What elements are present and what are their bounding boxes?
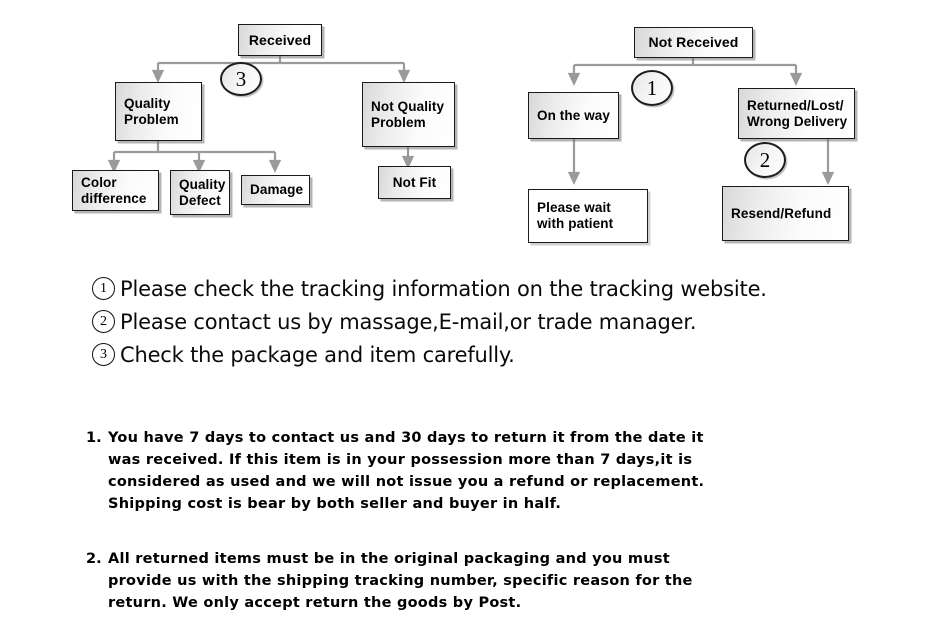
terms-1-line-2: was received. If this item is in your po… [108, 452, 693, 469]
node-not-quality-problem-line2: Problem [371, 114, 426, 130]
node-please-wait-line2: with patient [537, 216, 614, 231]
terms-1-line-1: You have 7 days to contact us and 30 day… [108, 430, 704, 446]
legend-marker-2: 2 [92, 310, 115, 333]
node-color-difference[interactable]: Color difference [72, 170, 159, 211]
step-marker-3: 3 [220, 62, 262, 96]
terms-2-line-3: return. We only accept return the goods … [108, 595, 522, 612]
node-color-difference-line1: Color [81, 174, 117, 190]
node-returned-line1: Returned/Lost/ [747, 97, 844, 113]
node-please-wait[interactable]: Please wait with patient [528, 189, 648, 243]
node-quality-problem-line1: Quality [124, 95, 171, 111]
legend-marker-1: 1 [92, 277, 115, 300]
legend-item: 2 Please contact us by massage,E-mail,or… [92, 305, 852, 338]
step-marker-2: 2 [744, 142, 786, 178]
legend-text-3: Check the package and item carefully. [120, 342, 515, 367]
step-marker-2-label: 2 [759, 147, 771, 172]
step-marker-1-label: 1 [646, 75, 658, 100]
node-quality-problem[interactable]: Quality Problem [115, 82, 202, 141]
node-not-fit-label: Not Fit [392, 174, 437, 190]
node-resend-refund[interactable]: Resend/Refund [722, 186, 849, 241]
terms-number-2: 2. [86, 551, 102, 567]
node-received[interactable]: Received [238, 24, 322, 56]
node-damage[interactable]: Damage [241, 175, 310, 205]
node-received-label: Received [248, 31, 312, 48]
legend-text-2: Please contact us by massage,E-mail,or t… [120, 309, 697, 334]
node-not-quality-problem[interactable]: Not Quality Problem [362, 82, 455, 147]
terms-body-2: All returned items must be in the origin… [108, 548, 693, 614]
node-not-fit[interactable]: Not Fit [378, 166, 451, 199]
terms-item-2: 2. All returned items must be in the ori… [86, 548, 826, 614]
flowchart-canvas: Received 3 Quality Problem Not Quality P… [0, 0, 930, 625]
legend-list: 1 Please check the tracking information … [92, 272, 852, 371]
node-not-received[interactable]: Not Received [634, 27, 753, 58]
terms-2-line-1: All returned items must be in the origin… [108, 551, 670, 567]
node-quality-problem-line2: Problem [124, 111, 179, 127]
node-resend-refund-label: Resend/Refund [731, 205, 832, 221]
legend-item: 3 Check the package and item carefully. [92, 338, 852, 371]
terms-number-1: 1. [86, 430, 102, 446]
step-marker-3-label: 3 [235, 66, 247, 91]
legend-item: 1 Please check the tracking information … [92, 272, 852, 305]
node-on-the-way[interactable]: On the way [528, 92, 619, 139]
node-not-received-label: Not Received [648, 34, 739, 51]
terms-item-1: 1. You have 7 days to contact us and 30 … [86, 427, 826, 515]
step-marker-1: 1 [631, 70, 673, 106]
terms-1-line-3: considered as used and we will not issue… [108, 474, 705, 491]
node-damage-line1: Damage [250, 182, 304, 198]
node-please-wait-line1: Please wait [537, 200, 611, 216]
node-returned-line2: Wrong Delivery [747, 113, 848, 129]
node-returned-lost-wrong-delivery[interactable]: Returned/Lost/ Wrong Delivery [738, 88, 855, 139]
terms-2-line-2: provide us with the shipping tracking nu… [108, 573, 693, 590]
legend-text-1: Please check the tracking information on… [120, 276, 767, 301]
node-color-difference-line2: difference [81, 190, 147, 206]
node-on-the-way-label: On the way [537, 107, 611, 123]
terms-body-1: You have 7 days to contact us and 30 day… [108, 427, 704, 515]
terms-1-line-4: Shipping cost is bear by both seller and… [108, 496, 562, 513]
legend-marker-3: 3 [92, 343, 115, 366]
node-not-quality-problem-line1: Not Quality [371, 98, 445, 114]
node-quality-defect-line1: Quality [179, 176, 226, 192]
node-quality-defect[interactable]: Quality Defect [170, 170, 230, 215]
node-quality-defect-line2: Defect [179, 192, 221, 208]
